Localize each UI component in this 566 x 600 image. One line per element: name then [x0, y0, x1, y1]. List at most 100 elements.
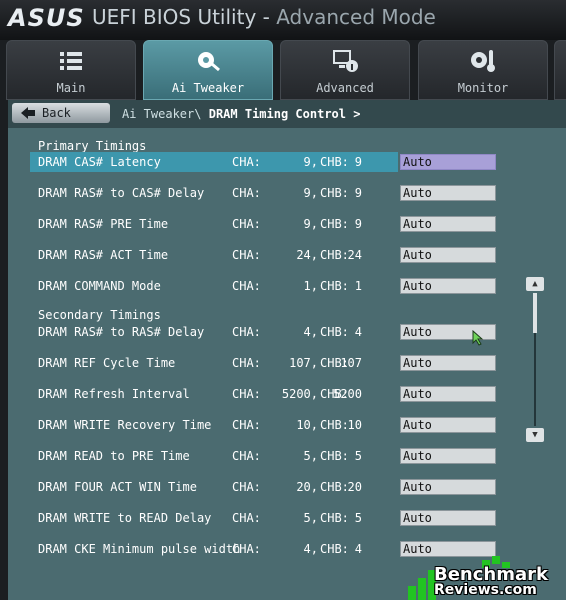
- setting-value-field[interactable]: Auto: [400, 154, 496, 170]
- cha-label: CHA:: [232, 356, 261, 370]
- setting-label: DRAM CAS# Latency: [38, 155, 161, 169]
- setting-label: DRAM WRITE Recovery Time: [38, 418, 212, 432]
- breadcrumb-parent[interactable]: Ai Tweaker\: [122, 107, 201, 121]
- triangle-up-icon: ▲: [532, 279, 538, 289]
- mode-label: Advanced Mode: [276, 5, 436, 29]
- cha-label: CHA:: [232, 186, 261, 200]
- settings-panel: Primary Timings DRAM CAS# Latency CHA: 9…: [8, 128, 566, 600]
- fan-icon: [198, 52, 220, 72]
- setting-label: DRAM REF Cycle Time: [38, 356, 176, 370]
- chb-value: 24: [347, 248, 362, 262]
- setting-value-field[interactable]: Auto: [400, 417, 496, 433]
- cha-value: 9,: [303, 186, 318, 200]
- section-primary-timings: Primary Timings: [38, 139, 147, 153]
- setting-row[interactable]: DRAM WRITE to READ Delay CHA: 5, CHB: 5: [30, 508, 398, 528]
- cha-label: CHA:: [232, 542, 261, 556]
- monitor-info-icon: [333, 50, 358, 72]
- tab-label: Advanced: [316, 81, 374, 95]
- cha-value: 20,: [296, 480, 318, 494]
- setting-row[interactable]: DRAM WRITE Recovery Time CHA: 10, CHB: 1…: [30, 415, 398, 435]
- navigation-bar: Back Ai Tweaker\ DRAM Timing Control >: [8, 100, 566, 128]
- tab-label: Ai Tweaker: [171, 81, 245, 95]
- title-bar: ASUS UEFI BIOS Utility - Advanced Mode: [0, 0, 566, 40]
- main-tabs: Main Ai Tweaker Advanced Monitor: [0, 40, 566, 100]
- chb-value: 5200: [333, 387, 362, 401]
- scroll-down-button[interactable]: ▼: [526, 428, 544, 442]
- cha-label: CHA:: [232, 155, 261, 169]
- tab-overflow[interactable]: [554, 40, 566, 100]
- setting-row[interactable]: DRAM COMMAND Mode CHA: 1, CHB: 1: [30, 276, 398, 296]
- tab-monitor[interactable]: Monitor: [418, 40, 548, 100]
- setting-row[interactable]: DRAM CAS# Latency CHA: 9, CHB: 9: [30, 152, 398, 172]
- chb-value: 1: [354, 279, 362, 293]
- setting-row[interactable]: DRAM CKE Minimum pulse width CHA: 4, CHB…: [30, 539, 398, 559]
- setting-label: DRAM RAS# to RAS# Delay: [38, 325, 205, 339]
- cha-value: 4,: [303, 542, 318, 556]
- chb-value: 9: [354, 186, 362, 200]
- setting-value-field[interactable]: Auto: [400, 510, 496, 526]
- setting-row[interactable]: DRAM READ to PRE Time CHA: 5, CHB: 5: [30, 446, 398, 466]
- setting-row[interactable]: DRAM RAS# to CAS# Delay CHA: 9, CHB: 9: [30, 183, 398, 203]
- tab-advanced[interactable]: Advanced: [280, 40, 410, 100]
- tab-ai-tweaker[interactable]: Ai Tweaker: [143, 40, 273, 100]
- setting-label: DRAM FOUR ACT WIN Time: [38, 480, 197, 494]
- scroll-up-button[interactable]: ▲: [526, 277, 544, 291]
- tab-label: Main: [56, 81, 86, 95]
- breadcrumb-current: DRAM Timing Control: [208, 107, 346, 121]
- section-secondary-timings: Secondary Timings: [38, 308, 161, 322]
- setting-label: DRAM Refresh Interval: [38, 387, 190, 401]
- setting-row[interactable]: DRAM RAS# PRE Time CHA: 9, CHB: 9: [30, 214, 398, 234]
- thermometer-fan-icon: [471, 50, 495, 72]
- chb-value: 20: [347, 480, 362, 494]
- cha-value: 24,: [296, 248, 318, 262]
- mouse-cursor-icon: [472, 330, 484, 346]
- setting-row[interactable]: DRAM REF Cycle Time CHA: 107, CHB: 107: [30, 353, 398, 373]
- setting-label: DRAM RAS# to CAS# Delay: [38, 186, 205, 200]
- setting-value-field[interactable]: Auto: [400, 448, 496, 464]
- cha-value: 9,: [303, 155, 318, 169]
- setting-row[interactable]: DRAM RAS# to RAS# Delay CHA: 4, CHB: 4: [30, 322, 398, 342]
- setting-value-field[interactable]: Auto: [400, 386, 496, 402]
- setting-value-field[interactable]: Auto: [400, 541, 496, 557]
- chb-value: 5: [354, 511, 362, 525]
- cha-label: CHA:: [232, 480, 261, 494]
- cha-label: CHA:: [232, 248, 261, 262]
- watermark: Benchmark Reviews.com: [408, 556, 564, 600]
- cha-label: CHA:: [232, 449, 261, 463]
- chb-value: 5: [354, 449, 362, 463]
- cha-value: 5,: [303, 449, 318, 463]
- cha-label: CHA:: [232, 325, 261, 339]
- asus-logo: ASUS: [8, 4, 85, 32]
- triangle-down-icon: ▼: [532, 430, 538, 440]
- setting-row[interactable]: DRAM FOUR ACT WIN Time CHA: 20, CHB: 20: [30, 477, 398, 497]
- back-button[interactable]: Back: [12, 103, 110, 123]
- setting-value-field[interactable]: Auto: [400, 479, 496, 495]
- scrollbar[interactable]: ▲ ▼: [526, 277, 544, 442]
- tab-main[interactable]: Main: [6, 40, 136, 100]
- setting-value-field[interactable]: Auto: [400, 185, 496, 201]
- back-label: Back: [42, 106, 71, 120]
- setting-label: DRAM WRITE to READ Delay: [38, 511, 212, 525]
- setting-value-field[interactable]: Auto: [400, 278, 496, 294]
- scroll-thumb[interactable]: [533, 293, 537, 333]
- cha-value: 10,: [296, 418, 318, 432]
- cha-label: CHA:: [232, 279, 261, 293]
- breadcrumb: Ai Tweaker\ DRAM Timing Control >: [122, 107, 360, 121]
- cha-value: 9,: [303, 217, 318, 231]
- setting-value-field[interactable]: Auto: [400, 216, 496, 232]
- back-arrow-icon: [21, 107, 35, 119]
- setting-row[interactable]: DRAM RAS# ACT Time CHA: 24, CHB: 24: [30, 245, 398, 265]
- cha-value: 4,: [303, 325, 318, 339]
- setting-row[interactable]: DRAM Refresh Interval CHA: 5200, CHB: 52…: [30, 384, 398, 404]
- setting-value-field[interactable]: Auto: [400, 247, 496, 263]
- setting-label: DRAM READ to PRE Time: [38, 449, 190, 463]
- chb-value: 107: [340, 356, 362, 370]
- setting-label: DRAM COMMAND Mode: [38, 279, 161, 293]
- setting-value-field[interactable]: Auto: [400, 355, 496, 371]
- cha-value: 5,: [303, 511, 318, 525]
- chb-value: 9: [354, 155, 362, 169]
- watermark-line2: Reviews.com: [434, 582, 537, 598]
- chb-value: 4: [354, 325, 362, 339]
- setting-label: DRAM RAS# ACT Time: [38, 248, 169, 262]
- cha-value: 1,: [303, 279, 318, 293]
